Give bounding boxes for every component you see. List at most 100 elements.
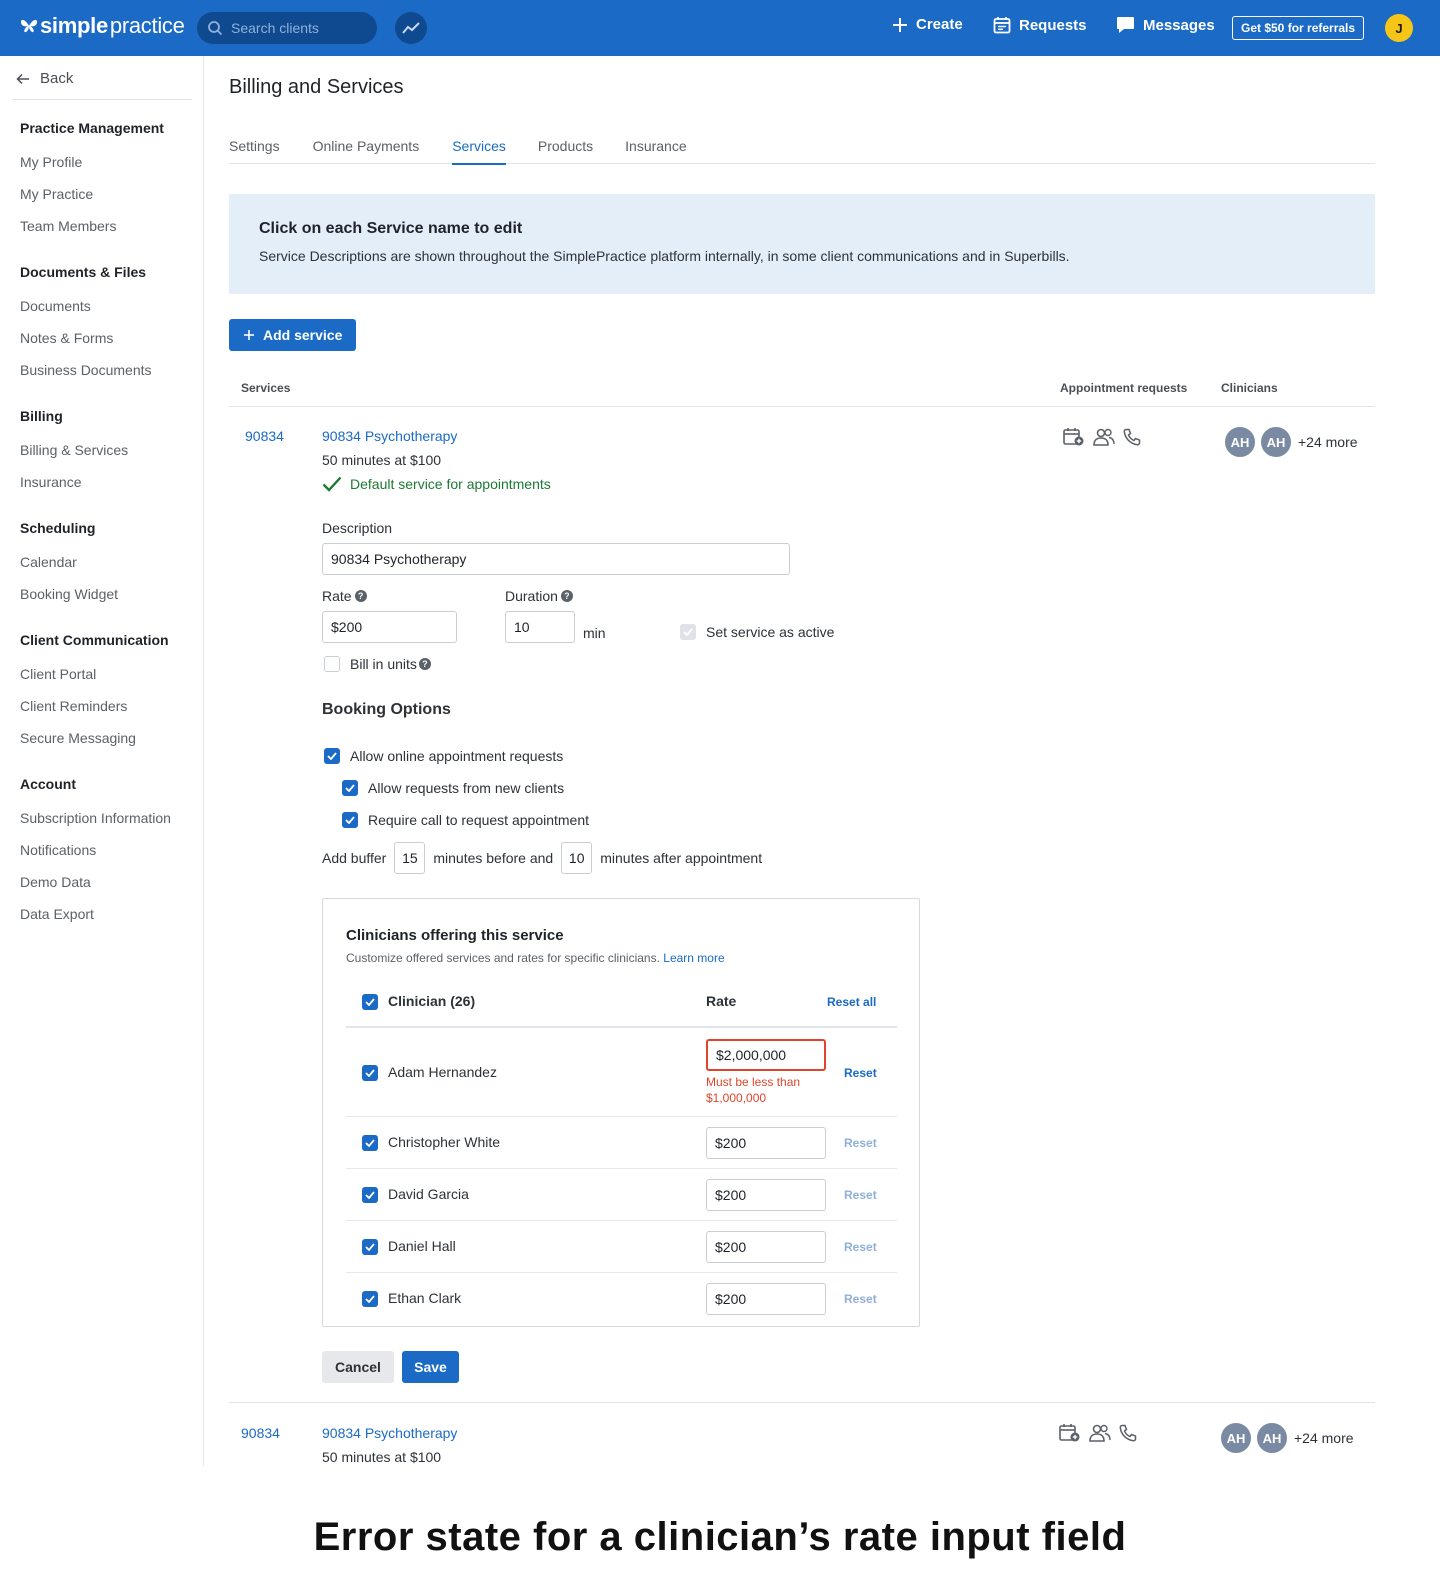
cancel-button[interactable]: Cancel [322, 1351, 394, 1383]
service-active-toggle[interactable]: Set service as active [680, 624, 834, 640]
sidebar-item-client-reminders[interactable]: Client Reminders [20, 696, 169, 716]
select-all-clinicians-checkbox[interactable] [362, 994, 378, 1010]
sidebar-section-title: Documents & Files [20, 264, 147, 280]
more-clinicians-count[interactable]: +24 more [1294, 1430, 1354, 1446]
service-name-link[interactable]: 90834 Psychotherapy [322, 428, 457, 444]
allow-new-clients-checkbox[interactable] [342, 780, 358, 796]
reset-rate-button[interactable]: Reset [844, 1066, 877, 1080]
info-banner-text: Service Descriptions are shown throughou… [259, 248, 1070, 264]
table-row: Christopher White Reset [346, 1127, 897, 1159]
tab-services[interactable]: Services [452, 136, 506, 165]
sidebar-section-title: Practice Management [20, 120, 164, 136]
help-icon[interactable]: ? [418, 658, 431, 670]
active-checkbox[interactable] [680, 624, 696, 640]
tab-settings[interactable]: Settings [229, 136, 280, 164]
create-button[interactable]: Create [892, 16, 963, 33]
sidebar-item-documents[interactable]: Documents [20, 296, 152, 316]
help-icon[interactable]: ? [560, 590, 573, 602]
sidebar-item-data-export[interactable]: Data Export [20, 904, 171, 924]
clinician-name: Daniel Hall [388, 1238, 456, 1254]
referral-button[interactable]: Get $50 for referrals [1232, 16, 1365, 40]
description-input[interactable] [322, 543, 790, 575]
require-call-checkbox[interactable] [342, 812, 358, 828]
clinician-checkbox[interactable] [362, 1135, 378, 1151]
simplepractice-logo[interactable]: simple practice [20, 13, 185, 39]
clinician-checkbox[interactable] [362, 1187, 378, 1203]
bill-in-units-option[interactable]: Bill in units ? [324, 656, 431, 672]
clinician-checkbox[interactable] [362, 1291, 378, 1307]
allow-online-requests-option[interactable]: Allow online appointment requests [324, 748, 563, 764]
sidebar-section-account: Account Subscription Information Notific… [20, 776, 171, 924]
duration-input[interactable] [505, 611, 575, 643]
rate-column-header: Rate [706, 993, 737, 1009]
learn-more-link[interactable]: Learn more [663, 951, 724, 965]
tab-products[interactable]: Products [538, 136, 593, 164]
buffer-before-input[interactable] [394, 842, 426, 874]
check-icon [683, 628, 693, 636]
table-header-divider [229, 406, 1375, 407]
buffer-after-input[interactable] [561, 842, 593, 874]
save-button[interactable]: Save [402, 1351, 459, 1383]
default-service-label: Default service for appointments [350, 476, 551, 492]
sidebar-item-insurance[interactable]: Insurance [20, 472, 128, 492]
reset-rate-button[interactable]: Reset [844, 1188, 877, 1202]
clinician-checkbox[interactable] [362, 1065, 378, 1081]
reset-all-button[interactable]: Reset all [827, 995, 876, 1009]
search-input[interactable] [231, 20, 361, 36]
rate-input[interactable] [322, 611, 457, 643]
sidebar-item-billing-services[interactable]: Billing & Services [20, 440, 128, 460]
sidebar-item-notes-forms[interactable]: Notes & Forms [20, 328, 152, 348]
sidebar-section-title: Billing [20, 408, 63, 424]
search-box[interactable] [197, 12, 377, 44]
service-row-divider [229, 1402, 1375, 1403]
user-avatar[interactable]: J [1385, 14, 1413, 42]
clinician-rate-input[interactable] [706, 1231, 826, 1263]
sidebar-item-demo-data[interactable]: Demo Data [20, 872, 171, 892]
service-code-link[interactable]: 90834 [241, 1425, 280, 1441]
sidebar-item-secure-messaging[interactable]: Secure Messaging [20, 728, 169, 748]
more-clinicians-count[interactable]: +24 more [1298, 434, 1358, 450]
service-code-link[interactable]: 90834 [245, 428, 284, 444]
allow-new-clients-option[interactable]: Allow requests from new clients [342, 780, 564, 796]
sidebar-section-title: Scheduling [20, 520, 96, 536]
sidebar-item-booking-widget[interactable]: Booking Widget [20, 584, 118, 604]
clinicians-offering-card: Clinicians offering this service Customi… [322, 898, 920, 1327]
clinician-checkbox[interactable] [362, 1239, 378, 1255]
clinician-rate-input[interactable] [706, 1283, 826, 1315]
clinicians-card-title: Clinicians offering this service [346, 927, 564, 944]
tab-online-payments[interactable]: Online Payments [313, 136, 420, 164]
help-icon[interactable]: ? [354, 590, 367, 602]
add-service-button[interactable]: Add service [229, 319, 357, 351]
analytics-button[interactable] [395, 12, 427, 44]
reset-rate-button[interactable]: Reset [844, 1240, 877, 1254]
clinician-rate-input-error[interactable] [706, 1039, 826, 1071]
service-name-link[interactable]: 90834 Psychotherapy [322, 1425, 457, 1441]
clinician-rate-input[interactable] [706, 1179, 826, 1211]
sidebar-item-team-members[interactable]: Team Members [20, 216, 164, 236]
bill-in-units-checkbox[interactable] [324, 656, 340, 672]
info-banner: Click on each Service name to edit Servi… [229, 194, 1375, 294]
sidebar-section-documents-files: Documents & Files Documents Notes & Form… [20, 264, 152, 380]
allow-online-requests-checkbox[interactable] [324, 748, 340, 764]
clinician-avatars: AH AH +24 more [1224, 426, 1358, 458]
clinicians-card-description-text: Customize offered services and rates for… [346, 951, 660, 965]
require-call-option[interactable]: Require call to request appointment [342, 812, 589, 828]
messages-button[interactable]: Messages [1116, 16, 1215, 34]
chat-bubble-icon [1117, 17, 1134, 33]
tab-insurance[interactable]: Insurance [625, 136, 686, 164]
service-duration-rate: 50 minutes at $100 [322, 452, 442, 468]
service-duration-rate: 50 minutes at $100 [322, 1449, 442, 1465]
sidebar-item-my-profile[interactable]: My Profile [20, 152, 164, 172]
sidebar-item-notifications[interactable]: Notifications [20, 840, 171, 860]
requests-button[interactable]: Requests [993, 16, 1087, 34]
sidebar-item-calendar[interactable]: Calendar [20, 552, 118, 572]
table-row: Ethan Clark Reset [346, 1283, 897, 1315]
sidebar-item-business-documents[interactable]: Business Documents [20, 360, 152, 380]
sidebar-item-my-practice[interactable]: My Practice [20, 184, 164, 204]
sidebar-item-client-portal[interactable]: Client Portal [20, 664, 169, 684]
clinician-rate-input[interactable] [706, 1127, 826, 1159]
reset-rate-button[interactable]: Reset [844, 1136, 877, 1150]
sidebar-item-subscription-information[interactable]: Subscription Information [20, 808, 171, 828]
reset-rate-button[interactable]: Reset [844, 1292, 877, 1306]
back-link[interactable]: Back [16, 70, 73, 87]
